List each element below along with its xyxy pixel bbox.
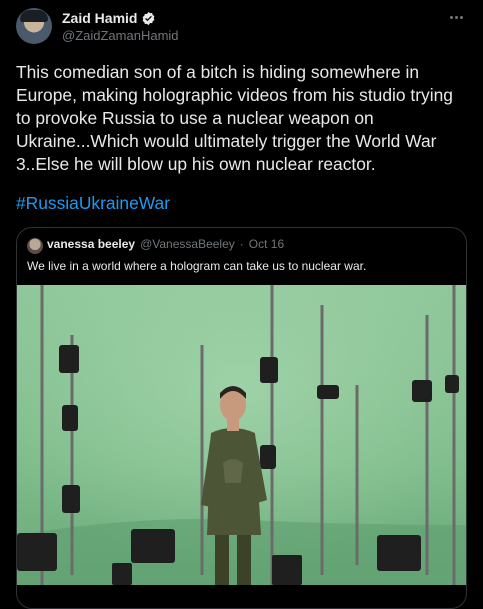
quoted-separator: · <box>239 237 244 251</box>
quoted-author-avatar[interactable] <box>27 238 43 254</box>
quoted-author-handle[interactable]: @VanessaBeeley <box>140 237 235 251</box>
quoted-date[interactable]: Oct 16 <box>249 237 284 251</box>
author-avatar[interactable] <box>16 8 52 44</box>
author-handle[interactable]: @ZaidZamanHamid <box>62 28 179 43</box>
tweet-text: This comedian son of a bitch is hiding s… <box>16 62 458 174</box>
hashtag-link[interactable]: #RussiaUkraineWar <box>16 193 170 214</box>
verified-badge-icon <box>143 11 155 25</box>
quoted-author-row: vanessa beeley @VanessaBeeley · Oct 16 <box>47 237 284 251</box>
more-options-icon[interactable] <box>445 10 467 24</box>
quoted-tweet-text: We live in a world where a hologram can … <box>27 259 367 273</box>
quoted-tweet[interactable]: vanessa beeley @VanessaBeeley · Oct 16 W… <box>16 227 467 609</box>
quoted-author-name[interactable]: vanessa beeley <box>47 237 135 251</box>
quoted-media-image[interactable] <box>17 285 466 585</box>
author-name-row: Zaid Hamid <box>62 10 156 26</box>
author-display-name[interactable]: Zaid Hamid <box>62 10 137 26</box>
